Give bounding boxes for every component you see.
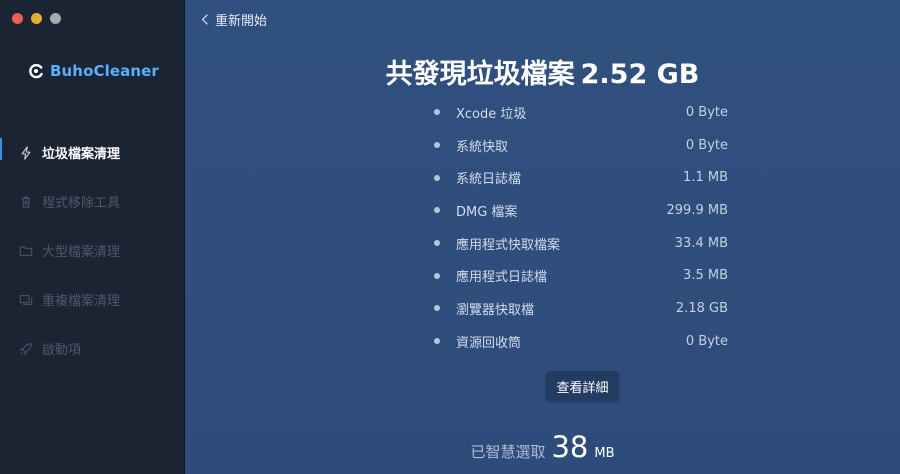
list-item[interactable]: 瀏覽器快取檔 2.18 GB <box>428 292 728 325</box>
title-prefix: 共發現垃圾檔案 <box>385 59 575 90</box>
bullet-icon <box>434 272 440 279</box>
bullet-icon <box>434 142 440 149</box>
close-window-button[interactable] <box>12 13 23 24</box>
sidebar-item-duplicates[interactable]: 重複檔案清理 <box>0 275 185 324</box>
lightning-icon <box>18 145 34 161</box>
brand: BuhoCleaner <box>28 62 159 80</box>
smart-selected-value: 38 <box>551 430 589 464</box>
list-item[interactable]: DMG 檔案 299.9 MB <box>428 194 728 227</box>
trash-icon <box>18 194 34 210</box>
restart-label: 重新開始 <box>215 14 268 29</box>
item-size: 0 Byte <box>685 104 728 120</box>
list-item[interactable]: 系統日誌檔 1.1 MB <box>428 161 728 194</box>
item-name: 應用程式快取檔案 <box>456 237 561 253</box>
item-size: 3.5 MB <box>683 268 728 284</box>
item-name: 系統快取 <box>456 139 509 155</box>
sidebar-item-large-files[interactable]: 大型檔案清理 <box>0 226 185 275</box>
bullet-icon <box>434 174 440 181</box>
bullet-icon <box>434 109 440 116</box>
window-controls <box>12 13 61 24</box>
item-name: DMG 檔案 <box>456 204 518 220</box>
item-size: 0 Byte <box>685 333 728 349</box>
buhocleaner-logo-icon <box>29 63 43 79</box>
sidebar-nav: 垃圾檔案清理 程式移除工具 大型檔案清理 重複檔案清理 啟動項 <box>0 128 185 373</box>
item-name: 瀏覽器快取檔 <box>456 302 535 318</box>
list-item[interactable]: 應用程式快取檔案 33.4 MB <box>428 227 728 260</box>
sidebar-item-label: 重複檔案清理 <box>42 294 121 309</box>
bullet-icon <box>434 240 440 247</box>
chevron-left-icon <box>201 14 208 25</box>
item-size: 1.1 MB <box>683 170 728 186</box>
smart-selected-label: 已智慧選取 <box>470 443 546 461</box>
list-item[interactable]: 應用程式日誌檔 3.5 MB <box>428 259 728 292</box>
item-name: 資源回收筒 <box>456 335 522 351</box>
list-item[interactable]: 資源回收筒 0 Byte <box>428 325 728 358</box>
brand-name: BuhoCleaner <box>50 62 159 80</box>
bullet-icon <box>434 338 440 345</box>
item-name: 應用程式日誌檔 <box>456 270 548 286</box>
bullet-icon <box>434 207 440 214</box>
list-item[interactable]: 系統快取 0 Byte <box>428 129 728 162</box>
bullet-icon <box>434 305 440 312</box>
item-size: 299.9 MB <box>666 202 728 218</box>
sidebar-item-startup[interactable]: 啟動項 <box>0 324 185 373</box>
title-amount: 2.52 GB <box>580 59 700 90</box>
duplicate-icon <box>18 292 34 308</box>
sidebar-item-junk-cleanup[interactable]: 垃圾檔案清理 <box>0 128 185 177</box>
junk-category-list: Xcode 垃圾 0 Byte 系統快取 0 Byte 系統日誌檔 1.1 MB… <box>428 96 728 358</box>
sidebar-item-label: 大型檔案清理 <box>42 245 121 260</box>
sidebar-item-label: 啟動項 <box>42 343 82 358</box>
sidebar-item-label: 程式移除工具 <box>42 196 121 211</box>
item-size: 2.18 GB <box>675 300 728 316</box>
view-details-button[interactable]: 查看詳細 <box>546 371 619 401</box>
maximize-window-button[interactable] <box>50 13 61 24</box>
item-size: 0 Byte <box>685 137 728 153</box>
smart-selected-summary: 已智慧選取 38 MB <box>185 430 900 464</box>
list-item[interactable]: Xcode 垃圾 0 Byte <box>428 96 728 129</box>
page-title: 共發現垃圾檔案 2.52 GB <box>185 52 900 91</box>
restart-button[interactable]: 重新開始 <box>201 10 267 29</box>
rocket-icon <box>18 341 34 357</box>
main-panel: 重新開始 共發現垃圾檔案 2.52 GB Xcode 垃圾 0 Byte 系統快取… <box>185 0 900 474</box>
minimize-window-button[interactable] <box>31 13 42 24</box>
smart-selected-unit: MB <box>594 446 615 461</box>
sidebar: BuhoCleaner 垃圾檔案清理 程式移除工具 大型檔案清理 重複檔案清理 … <box>0 0 185 474</box>
item-name: 系統日誌檔 <box>456 172 522 188</box>
sidebar-item-app-uninstaller[interactable]: 程式移除工具 <box>0 177 185 226</box>
folder-icon <box>18 243 34 259</box>
item-name: Xcode 垃圾 <box>456 106 527 122</box>
item-size: 33.4 MB <box>674 235 728 251</box>
app-window: BuhoCleaner 垃圾檔案清理 程式移除工具 大型檔案清理 重複檔案清理 … <box>0 0 900 474</box>
sidebar-item-label: 垃圾檔案清理 <box>42 147 121 162</box>
